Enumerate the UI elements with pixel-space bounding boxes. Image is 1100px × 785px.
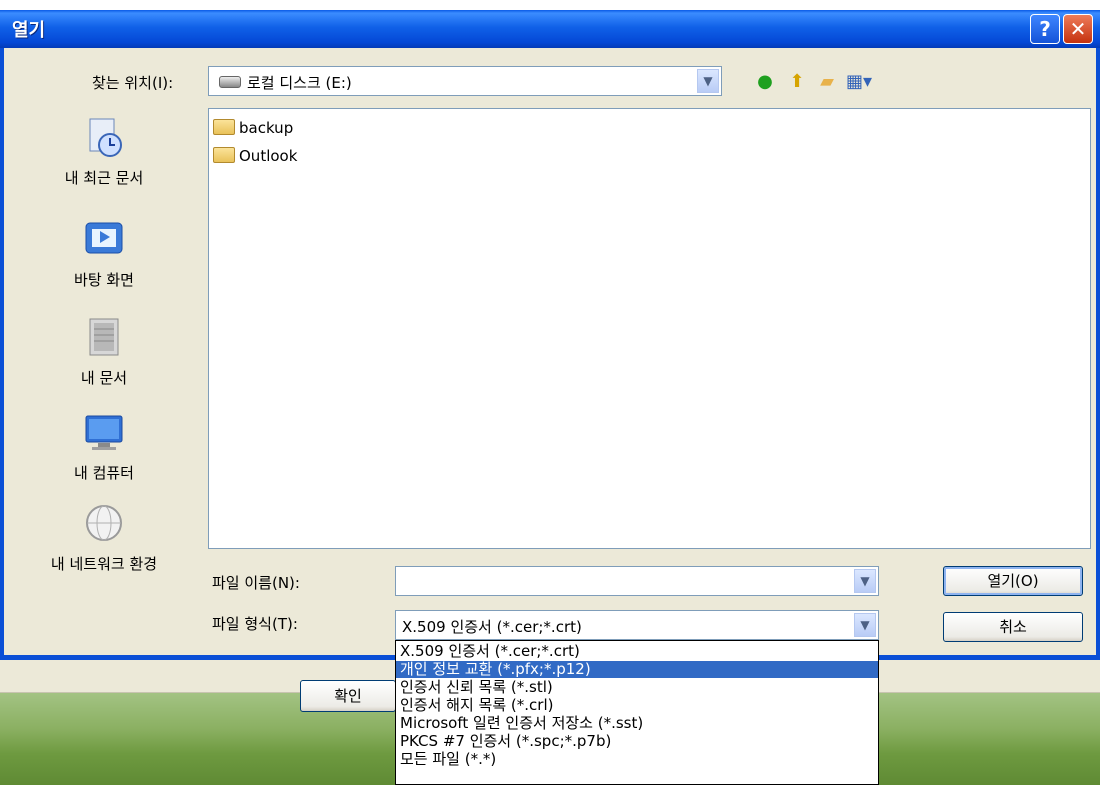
filename-input[interactable]: ▼ xyxy=(395,566,879,596)
filetype-value: X.509 인증서 (*.cer;*.crt) xyxy=(402,618,582,636)
help-button[interactable]: ? xyxy=(1030,14,1060,44)
chevron-down-icon[interactable]: ▼ xyxy=(854,569,876,593)
filetype-option[interactable]: X.509 인증서 (*.cer;*.crt) xyxy=(396,643,878,660)
desktop-icon xyxy=(85,222,123,254)
look-in-value: 로컬 디스크 (E:) xyxy=(247,74,352,92)
window-title: 열기 xyxy=(12,20,46,41)
filetype-dropdown[interactable]: X.509 인증서 (*.cer;*.crt) ▼ xyxy=(395,610,879,640)
background-ok-button[interactable]: 확인 xyxy=(300,680,396,712)
filetype-option[interactable]: 인증서 해지 목록 (*.crl) xyxy=(396,697,878,714)
look-in-label: 찾는 위치(I): xyxy=(92,74,174,92)
cancel-button[interactable]: 취소 xyxy=(943,612,1083,642)
place-my-computer[interactable]: 내 컴퓨터 xyxy=(11,410,197,483)
new-folder-button[interactable]: ▰ xyxy=(814,70,840,94)
filetype-option[interactable]: 모든 파일 (*.*) xyxy=(396,751,878,768)
open-button[interactable]: 열기(O) xyxy=(943,566,1083,596)
filetype-label: 파일 형식(T): xyxy=(212,615,298,633)
chevron-down-icon[interactable]: ▼ xyxy=(854,613,876,637)
place-label: 내 컴퓨터 xyxy=(74,464,134,482)
filename-label: 파일 이름(N): xyxy=(212,574,300,592)
network-icon xyxy=(86,505,122,541)
place-label: 바탕 화면 xyxy=(74,271,134,289)
title-bar[interactable] xyxy=(0,10,1100,48)
filetype-option[interactable]: 인증서 신뢰 목록 (*.stl) xyxy=(396,679,878,696)
file-list[interactable]: backup Outlook xyxy=(208,108,1091,549)
top-strip xyxy=(0,0,1100,10)
places-bar: 내 최근 문서 바탕 화면 내 문서 내 컴퓨터 내 네트워크 환경 xyxy=(11,105,197,583)
place-recent-documents[interactable]: 내 최근 문서 xyxy=(11,115,197,188)
my-computer-icon xyxy=(85,415,123,450)
views-menu-button[interactable]: ▦▾ xyxy=(846,70,872,94)
folder-icon xyxy=(213,147,235,163)
up-folder-button[interactable]: ⬆ xyxy=(784,70,810,94)
recent-documents-icon xyxy=(89,118,122,157)
my-documents-icon xyxy=(89,318,119,356)
place-label: 내 문서 xyxy=(80,369,128,387)
file-name: backup xyxy=(239,119,294,137)
back-button[interactable]: ● xyxy=(752,70,778,94)
filetype-option[interactable]: PKCS #7 인증서 (*.spc;*.p7b) xyxy=(396,733,878,750)
filetype-option[interactable]: Microsoft 일련 인증서 저장소 (*.sst) xyxy=(396,715,878,732)
look-in-dropdown[interactable]: 로컬 디스크 (E:) ▼ xyxy=(208,66,722,96)
folder-icon xyxy=(213,119,235,135)
chevron-down-icon[interactable]: ▼ xyxy=(697,69,719,93)
place-label: 내 최근 문서 xyxy=(64,169,144,187)
filetype-option-selected[interactable]: 개인 정보 교환 (*.pfx;*.p12) xyxy=(396,661,878,678)
list-item[interactable]: Outlook xyxy=(213,145,297,167)
list-item[interactable]: backup xyxy=(213,117,293,139)
place-network[interactable]: 내 네트워크 환경 xyxy=(11,501,197,574)
drive-icon xyxy=(219,76,241,88)
place-label: 내 네트워크 환경 xyxy=(50,555,158,573)
place-my-documents[interactable]: 내 문서 xyxy=(11,315,197,388)
place-desktop[interactable]: 바탕 화면 xyxy=(11,217,197,290)
close-button[interactable]: ✕ xyxy=(1063,14,1093,44)
file-name: Outlook xyxy=(239,147,298,165)
filetype-options-list[interactable]: X.509 인증서 (*.cer;*.crt) 개인 정보 교환 (*.pfx;… xyxy=(395,640,879,785)
